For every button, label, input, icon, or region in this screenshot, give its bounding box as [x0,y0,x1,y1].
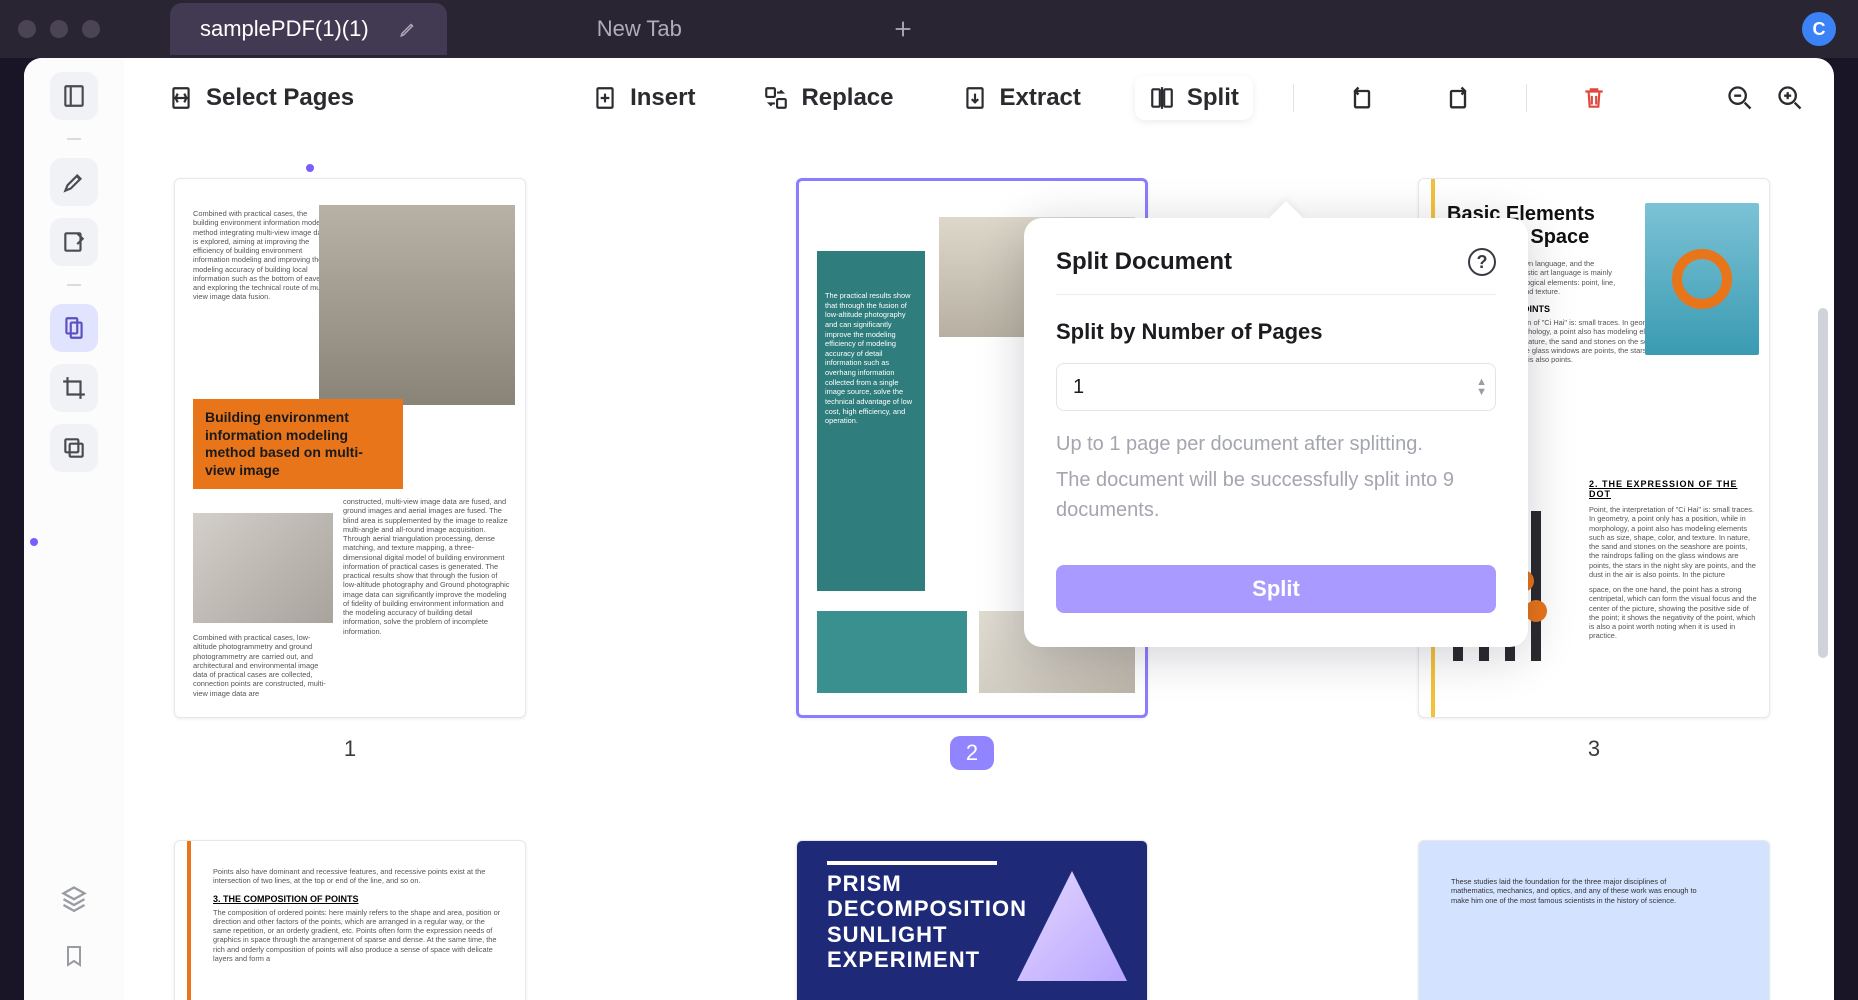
thumb-heading: Building environment information modelin… [193,399,403,489]
stepper-down-icon[interactable]: ▼ [1476,387,1487,397]
toolbar-divider [1526,84,1527,112]
split-hint-line1: Up to 1 page per document after splittin… [1056,429,1496,459]
help-icon[interactable]: ? [1468,248,1496,276]
page-thumbnail-cell: Points also have dominant and recessive … [174,840,526,1000]
left-sidebar [24,58,124,1000]
crop-tool-button[interactable] [50,364,98,412]
split-hint-line2: The document will be successfully split … [1056,465,1496,525]
thumb-text: Points also have dominant and recessive … [213,867,501,886]
page-toolbar: Select Pages Insert Replace Extract Spli… [124,58,1834,138]
thumb-subheading: 3. THE COMPOSITION OF POINTS [213,894,513,904]
thumb-text: Combined with practical cases, low-altit… [193,633,333,698]
main-window: Select Pages Insert Replace Extract Spli… [24,58,1834,1000]
thumb-image-placeholder [319,205,515,405]
page-thumbnail-cell: PRISM DECOMPOSITION SUNLIGHT EXPERIMENT [796,840,1148,1000]
toolbar-label: Select Pages [206,84,354,112]
page-thumbnail[interactable]: Combined with practical cases, the build… [174,178,526,718]
page-number-selected: 2 [950,736,994,770]
thumb-text: Combined with practical cases, the build… [193,209,333,302]
delete-page-button[interactable] [1567,77,1621,119]
sidebar-divider [67,138,81,140]
add-tab-button[interactable] [892,18,914,40]
thumb-image-placeholder [817,611,967,693]
tab-active[interactable]: samplePDF(1)(1) [170,3,447,55]
sidebar-active-indicator [30,538,38,546]
split-button[interactable]: Split [1135,76,1253,120]
thumb-image-placeholder [1645,203,1759,355]
extract-button[interactable]: Extract [948,76,1095,120]
minimize-window-button[interactable] [50,20,68,38]
bookmark-button[interactable] [62,942,86,970]
window-controls [18,20,100,38]
page-thumbnail-cell: Combined with practical cases, the build… [174,178,526,770]
zoom-in-button[interactable] [1776,84,1804,112]
toolbar-label: Replace [801,84,893,112]
toolbar-label: Split [1187,84,1239,112]
avatar-initial: C [1813,19,1826,40]
tab-label: samplePDF(1)(1) [200,16,369,42]
content-area: Select Pages Insert Replace Extract Spli… [124,58,1834,1000]
page-thumbnail-cell: These studies laid the foundation for th… [1418,840,1770,1000]
thumb-background [1419,841,1769,1000]
thumb-text: The practical results show that through … [817,251,925,591]
replace-button[interactable]: Replace [749,76,907,120]
highlighter-tool-button[interactable] [50,158,98,206]
close-window-button[interactable] [18,20,36,38]
thumb-text: The composition of ordered points: here … [213,908,501,964]
page-organizer-button[interactable] [50,304,98,352]
thumb-text: space, on the one hand, the point has a … [1589,585,1759,641]
thumb-heading: PRISM DECOMPOSITION SUNLIGHT EXPERIMENT [827,871,1027,972]
rotate-left-button[interactable] [1334,76,1390,120]
page-thumbnail[interactable]: PRISM DECOMPOSITION SUNLIGHT EXPERIMENT [796,840,1148,1000]
title-bar: samplePDF(1)(1) New Tab C [0,0,1858,58]
insert-button[interactable]: Insert [578,76,709,120]
page-thumbnail[interactable]: Points also have dominant and recessive … [174,840,526,1000]
popover-title: Split Document [1056,248,1232,276]
pages-per-split-stepper[interactable]: 1 ▲ ▼ [1056,363,1496,411]
vertical-scrollbar[interactable] [1818,308,1828,658]
thumb-text: These studies laid the foundation for th… [1451,877,1709,905]
split-document-popover: Split Document ? Split by Number of Page… [1024,218,1528,647]
rename-tab-icon[interactable] [399,20,417,38]
page-thumbnail[interactable]: These studies laid the foundation for th… [1418,840,1770,1000]
stepper-value: 1 [1073,376,1084,399]
tab-label: New Tab [597,16,682,42]
thumbnails-area[interactable]: Combined with practical cases, the build… [124,138,1834,1000]
zoom-out-button[interactable] [1726,84,1754,112]
thumb-text: constructed, multi-view image data are f… [343,497,513,636]
thumb-image-placeholder [193,513,333,623]
thumbnails-panel-button[interactable] [50,72,98,120]
thumb-text: Point, the interpretation of "Ci Hai" is… [1589,505,1759,579]
annotate-tool-button[interactable] [50,218,98,266]
thumb-decor-bar [827,861,997,865]
tabs-region: samplePDF(1)(1) New Tab [170,0,914,58]
split-confirm-button[interactable]: Split [1056,565,1496,613]
toolbar-label: Extract [1000,84,1081,112]
split-mode-label: Split by Number of Pages [1056,319,1496,345]
page-number: 1 [344,736,356,762]
toolbar-divider [1293,84,1294,112]
thumbnails-grid: Combined with practical cases, the build… [174,178,1794,1000]
maximize-window-button[interactable] [82,20,100,38]
thumb-accent-stripe [187,841,191,1000]
select-pages-button[interactable]: Select Pages [154,76,368,120]
page-number: 3 [1588,736,1600,762]
redact-tool-button[interactable] [50,424,98,472]
sidebar-divider [67,284,81,286]
thumb-subheading: 2. THE EXPRESSION OF THE DOT [1589,479,1759,499]
user-avatar[interactable]: C [1802,12,1836,46]
toolbar-label: Insert [630,84,695,112]
tab-new[interactable]: New Tab [567,3,712,55]
rotate-right-button[interactable] [1430,76,1486,120]
layers-button[interactable] [60,884,88,912]
